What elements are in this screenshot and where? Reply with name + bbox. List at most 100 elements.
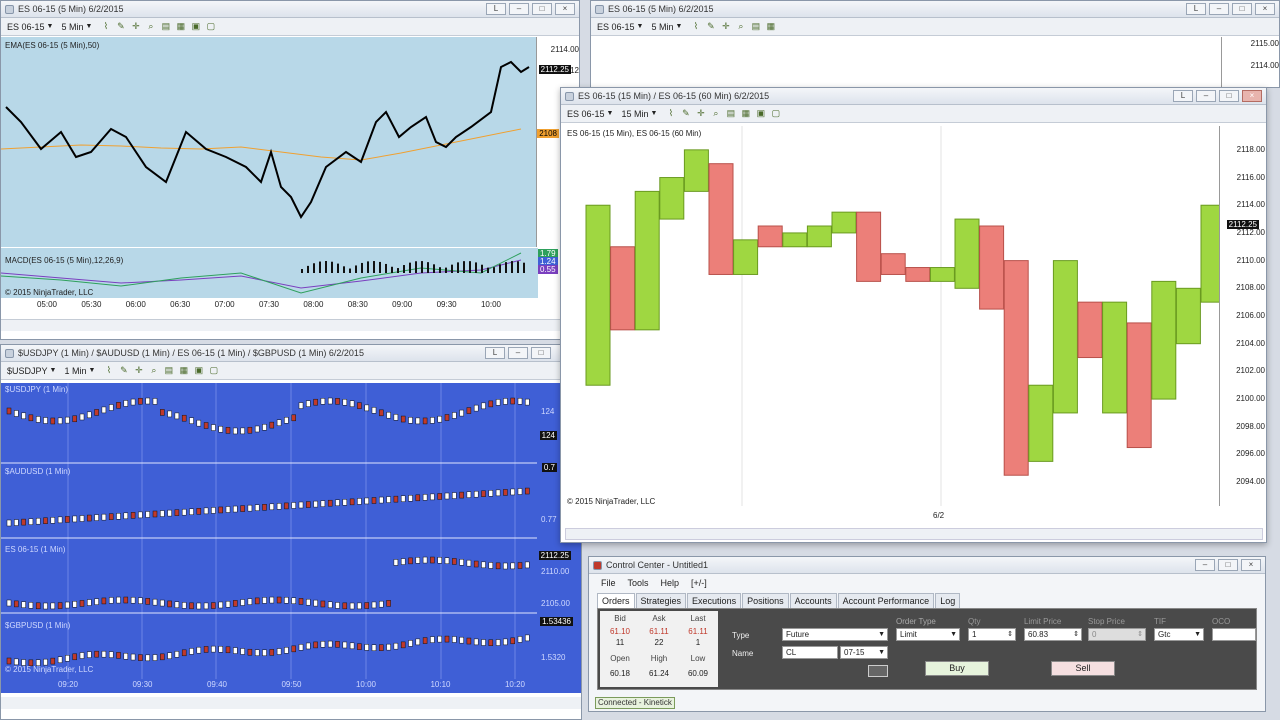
close-button[interactable]: × <box>1255 3 1275 15</box>
indicators-icon[interactable]: ▦ <box>740 108 751 119</box>
interval-select[interactable]: 5 Min ▼ <box>61 22 92 32</box>
title-bar[interactable]: $USDJPY (1 Min) / $AUDUSD (1 Min) / ES 0… <box>1 345 581 362</box>
order-type-select[interactable]: Limit ▼ <box>896 628 960 641</box>
stepper-icon[interactable]: ⇕ <box>1137 629 1143 640</box>
maximize-button[interactable]: □ <box>531 347 551 359</box>
indicators-icon[interactable]: ▦ <box>178 365 189 376</box>
maximize-button[interactable]: □ <box>1219 90 1239 102</box>
horizontal-scrollbar[interactable] <box>1 319 579 331</box>
title-bar[interactable]: Control Center - Untitled1 – □ × <box>589 557 1265 574</box>
data-box-icon[interactable]: ▢ <box>208 365 219 376</box>
horizontal-scrollbar[interactable] <box>565 528 1263 540</box>
tab-executions[interactable]: Executions <box>687 593 742 608</box>
draw-icon[interactable]: ✎ <box>115 21 126 32</box>
maximize-button[interactable]: □ <box>1218 559 1238 571</box>
bar-type-icon[interactable]: ⌇ <box>665 108 676 119</box>
tab-accounts[interactable]: Accounts <box>789 593 837 608</box>
crosshair-icon[interactable]: ✛ <box>720 21 731 32</box>
draw-icon[interactable]: ✎ <box>118 365 129 376</box>
minimize-button[interactable]: – <box>508 347 528 359</box>
draw-icon[interactable]: ✎ <box>705 21 716 32</box>
instrument-select[interactable]: ES 06-15 ▼ <box>7 22 53 32</box>
qty-stepper[interactable]: 1 ⇕ <box>968 628 1016 641</box>
crosshair-icon[interactable]: ✛ <box>130 21 141 32</box>
control-center-window[interactable]: Control Center - Untitled1 – □ × File Tool… <box>588 556 1266 712</box>
bar-type-icon[interactable]: ⌇ <box>690 21 701 32</box>
crosshair-icon[interactable]: ✛ <box>695 108 706 119</box>
bid-value[interactable]: 61.10 <box>600 627 640 636</box>
tab-orders[interactable]: Orders <box>597 593 635 608</box>
tab-positions[interactable]: Positions <box>742 593 789 608</box>
properties-icon[interactable]: ▤ <box>725 108 736 119</box>
crosshair-icon[interactable]: ✛ <box>133 365 144 376</box>
bar-type-icon[interactable]: ⌇ <box>100 21 111 32</box>
close-button[interactable]: × <box>1241 559 1261 571</box>
maximize-button[interactable]: □ <box>532 3 552 15</box>
stepper-icon[interactable]: ⇕ <box>1073 629 1079 640</box>
properties-icon[interactable]: ▤ <box>750 21 761 32</box>
properties-icon[interactable]: ▤ <box>163 365 174 376</box>
multi-panel-area[interactable]: $USDJPY (1 Min) $AUDUSD (1 Min) ES 06-15… <box>1 383 581 693</box>
properties-icon[interactable]: ▤ <box>160 21 171 32</box>
horizontal-scrollbar[interactable] <box>1 697 581 709</box>
link-button[interactable]: L <box>485 347 505 359</box>
indicators-icon[interactable]: ▦ <box>175 21 186 32</box>
maximize-button[interactable]: □ <box>1232 3 1252 15</box>
instrument-select[interactable]: ES 06-15 ▼ <box>597 22 643 32</box>
expiry-select[interactable]: 07-15 ▼ <box>840 646 888 659</box>
instrument-select[interactable]: ES 06-15 ▼ <box>567 109 613 119</box>
minimize-button[interactable]: – <box>509 3 529 15</box>
instrument-name-input[interactable]: CL <box>782 646 838 659</box>
candlestick-panel[interactable]: ES 06-15 (15 Min), ES 06-15 (60 Min) © 2… <box>561 126 1266 506</box>
stepper-icon[interactable]: ⇕ <box>1007 629 1013 640</box>
instrument-select[interactable]: $USDJPY ▼ <box>7 366 56 376</box>
chart-window-es-5min[interactable]: ES 06-15 (5 Min) 6/2/2015 L – □ × ES 06-15 ▼… <box>0 0 580 340</box>
title-bar[interactable]: ES 06-15 (15 Min) / ES 06-15 (60 Min) 6/… <box>561 88 1266 105</box>
tif-select[interactable]: Gtc ▼ <box>1154 628 1204 641</box>
instrument-type-select[interactable]: Future ▼ <box>782 628 888 641</box>
oco-input[interactable] <box>1212 628 1256 641</box>
zoom-icon[interactable]: ⌕ <box>710 108 721 119</box>
menu-file[interactable]: File <box>601 578 616 588</box>
title-bar[interactable]: ES 06-15 (5 Min) 6/2/2015 L – □ × <box>1 1 579 18</box>
interval-select[interactable]: 1 Min ▼ <box>64 366 95 376</box>
chart-window-es-5min-2[interactable]: ES 06-15 (5 Min) 6/2/2015 L – □ × ES 06-15 ▼… <box>590 0 1280 88</box>
interval-select[interactable]: 5 Min ▼ <box>651 22 682 32</box>
tab-account-performance[interactable]: Account Performance <box>837 593 935 608</box>
minimize-button[interactable]: – <box>1196 90 1216 102</box>
menu-toggle[interactable]: [+/-] <box>691 578 707 588</box>
menu-tools[interactable]: Tools <box>628 578 649 588</box>
tab-strategies[interactable]: Strategies <box>635 593 687 608</box>
price-panel[interactable]: EMA(ES 06-15 (5 Min),50) 2114.0021122110… <box>1 37 579 247</box>
tab-log[interactable]: Log <box>935 593 961 608</box>
ask-value[interactable]: 61.11 <box>639 627 679 636</box>
buy-button[interactable]: Buy <box>925 661 989 676</box>
minimize-button[interactable]: – <box>1195 559 1215 571</box>
chart-window-es-15-60[interactable]: ES 06-15 (15 Min) / ES 06-15 (60 Min) 6/… <box>560 87 1267 543</box>
stop-price-stepper[interactable]: 0 ⇕ <box>1088 628 1146 641</box>
draw-icon[interactable]: ✎ <box>680 108 691 119</box>
menu-help[interactable]: Help <box>661 578 680 588</box>
zoom-icon[interactable]: ⌕ <box>148 365 159 376</box>
strategies-icon[interactable]: ▣ <box>193 365 204 376</box>
close-button[interactable]: × <box>555 3 575 15</box>
bar-type-icon[interactable]: ⌇ <box>103 365 114 376</box>
indicators-icon[interactable]: ▦ <box>765 21 776 32</box>
data-box-icon[interactable]: ▢ <box>770 108 781 119</box>
data-box-icon[interactable]: ▢ <box>205 21 216 32</box>
title-bar[interactable]: ES 06-15 (5 Min) 6/2/2015 L – □ × <box>591 1 1279 18</box>
sell-button[interactable]: Sell <box>1051 661 1115 676</box>
minimize-button[interactable]: – <box>1209 3 1229 15</box>
chart-button[interactable] <box>868 665 888 677</box>
strategies-icon[interactable]: ▣ <box>190 21 201 32</box>
link-button[interactable]: L <box>1173 90 1193 102</box>
macd-panel[interactable]: MACD(ES 06-15 (5 Min),12,26,9) © 2015 Ni… <box>1 248 579 298</box>
zoom-icon[interactable]: ⌕ <box>735 21 746 32</box>
link-button[interactable]: L <box>486 3 506 15</box>
limit-price-stepper[interactable]: 60.83 ⇕ <box>1024 628 1082 641</box>
zoom-icon[interactable]: ⌕ <box>145 21 156 32</box>
chart-window-multi[interactable]: $USDJPY (1 Min) / $AUDUSD (1 Min) / ES 0… <box>0 344 582 720</box>
interval-select[interactable]: 15 Min ▼ <box>621 109 657 119</box>
close-button[interactable]: × <box>1242 90 1262 102</box>
strategies-icon[interactable]: ▣ <box>755 108 766 119</box>
